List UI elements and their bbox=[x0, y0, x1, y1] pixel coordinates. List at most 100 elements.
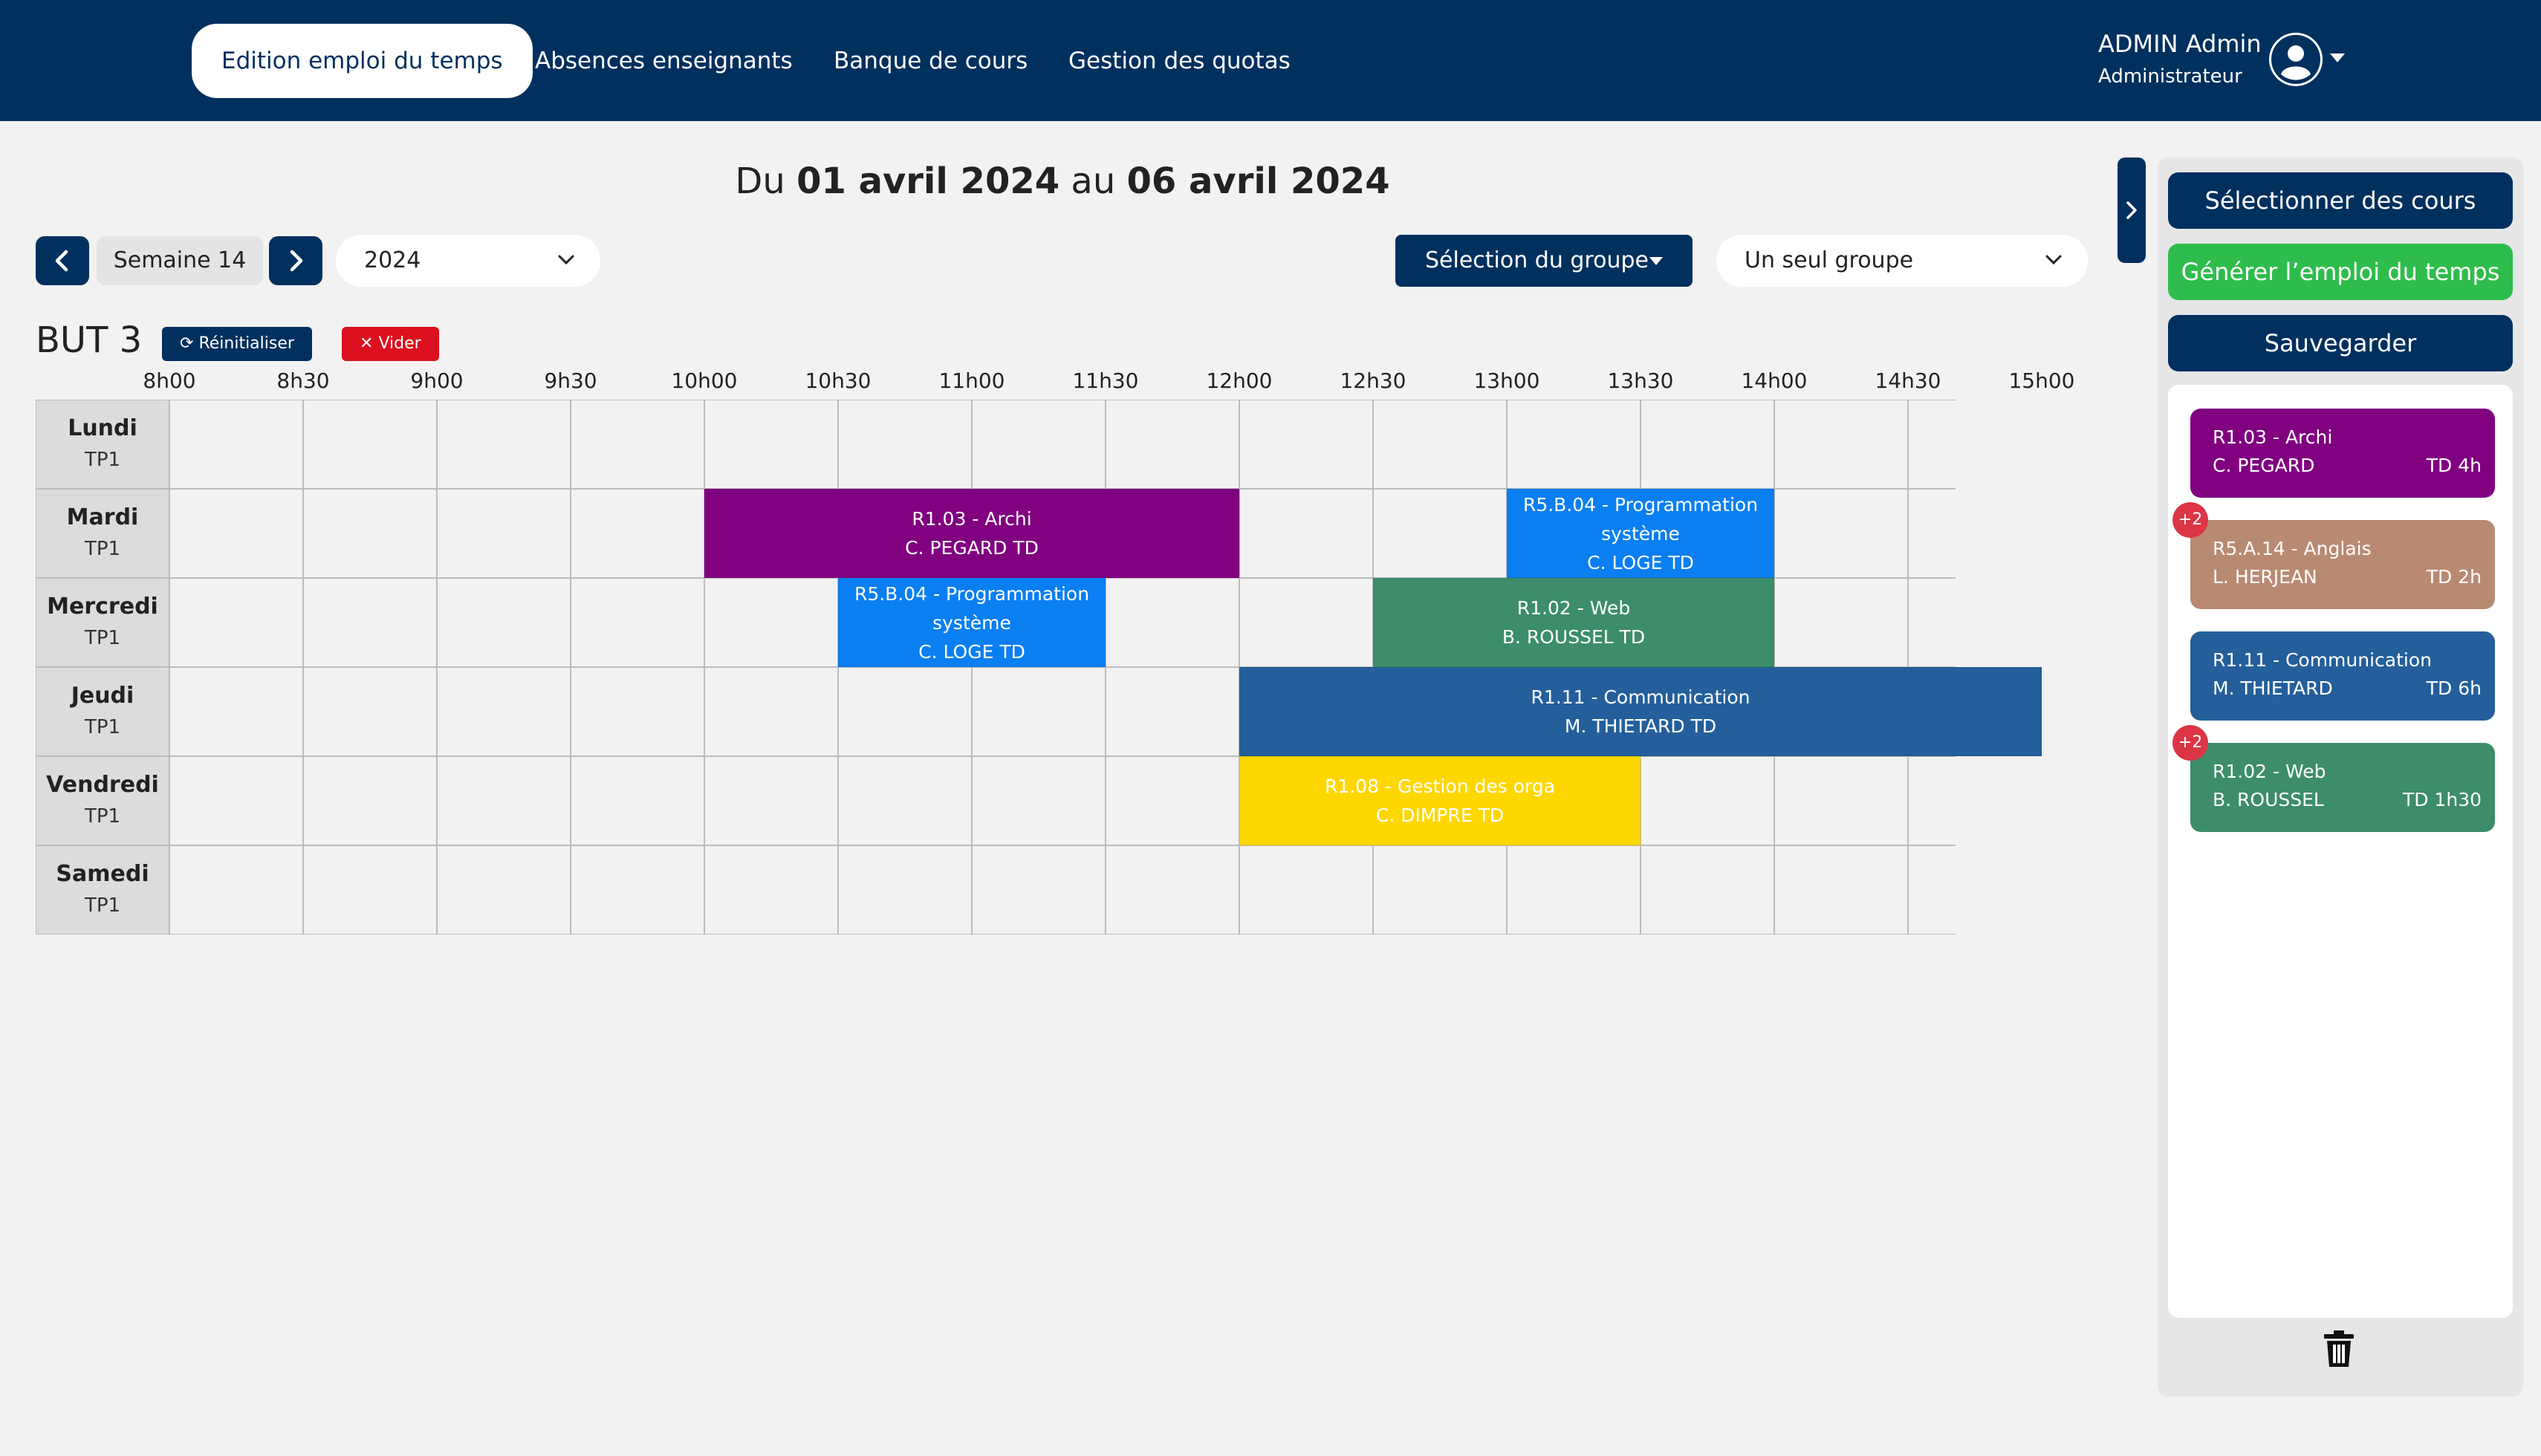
timetable-slot[interactable] bbox=[972, 667, 1106, 756]
reset-button[interactable]: ⟳ Réinitialiser bbox=[162, 327, 312, 361]
timetable-slot[interactable] bbox=[1908, 578, 1956, 667]
timetable-slot[interactable] bbox=[571, 756, 704, 845]
timetable-slot[interactable] bbox=[1908, 400, 1956, 489]
previous-week-button[interactable] bbox=[36, 236, 89, 285]
timetable-slot[interactable] bbox=[1507, 400, 1641, 489]
timetable-slot[interactable] bbox=[1774, 489, 1908, 578]
timetable-slot[interactable] bbox=[437, 756, 571, 845]
year-select[interactable]: 2024 bbox=[336, 235, 600, 287]
timetable-slot[interactable] bbox=[437, 578, 571, 667]
timetable-slot[interactable] bbox=[169, 578, 303, 667]
timetable-slot[interactable] bbox=[1774, 578, 1908, 667]
timetable-slot[interactable] bbox=[838, 667, 972, 756]
timetable-slot[interactable] bbox=[1908, 489, 1956, 578]
timetable-slot[interactable] bbox=[704, 845, 838, 935]
timetable-slot[interactable] bbox=[1239, 578, 1373, 667]
timetable-slot[interactable] bbox=[169, 489, 303, 578]
timetable-slot[interactable] bbox=[1239, 845, 1373, 935]
timetable-slot[interactable] bbox=[1106, 845, 1239, 935]
select-courses-button[interactable]: Sélectionner des cours bbox=[2168, 172, 2513, 229]
nav-gestion-des-quotas[interactable]: Gestion des quotas bbox=[1039, 24, 1320, 98]
timetable-slot[interactable] bbox=[1373, 489, 1507, 578]
course-event[interactable]: R1.02 - Web B. ROUSSEL TD bbox=[1373, 578, 1774, 667]
timetable-slot[interactable] bbox=[571, 845, 704, 935]
nav-absences-enseignants[interactable]: Absences enseignants bbox=[505, 24, 822, 98]
timetable-slot[interactable] bbox=[571, 489, 704, 578]
timetable-slot[interactable] bbox=[303, 845, 437, 935]
user-circle-icon[interactable] bbox=[2269, 33, 2323, 86]
timetable-slot[interactable] bbox=[704, 400, 838, 489]
week-title: Du 01 avril 2024 au 06 avril 2024 bbox=[735, 160, 1390, 202]
timetable-slot[interactable] bbox=[437, 400, 571, 489]
timetable-slot[interactable] bbox=[169, 400, 303, 489]
timetable-slot[interactable] bbox=[1641, 756, 1774, 845]
timetable-slot[interactable] bbox=[303, 400, 437, 489]
timetable-slot[interactable] bbox=[1106, 756, 1239, 845]
course-event[interactable]: R1.11 - Communication M. THIETARD TD bbox=[1239, 667, 2042, 756]
course-card-title: R1.03 - Archi bbox=[2213, 426, 2333, 448]
course-card[interactable]: R1.02 - Web B. ROUSSEL TD 1h30 bbox=[2190, 743, 2495, 832]
course-event[interactable]: R1.08 - Gestion des orga C. DIMPRE TD bbox=[1239, 756, 1641, 845]
timetable-slot[interactable] bbox=[1507, 845, 1641, 935]
timetable-slot[interactable] bbox=[704, 667, 838, 756]
timetable-slot[interactable] bbox=[972, 845, 1106, 935]
timetable-slot[interactable] bbox=[838, 756, 972, 845]
course-event[interactable]: R1.03 - Archi C. PEGARD TD bbox=[704, 489, 1239, 578]
event-text: R1.08 - Gestion des orga bbox=[1324, 776, 1556, 797]
timetable-slot[interactable] bbox=[303, 756, 437, 845]
timetable-slot[interactable] bbox=[169, 667, 303, 756]
timetable-slot[interactable] bbox=[437, 845, 571, 935]
user-menu-caret-icon[interactable] bbox=[2330, 53, 2345, 62]
timetable-slot[interactable] bbox=[169, 845, 303, 935]
collapse-sidebar-button[interactable] bbox=[2118, 157, 2146, 263]
day-header: Lundi TP1 bbox=[36, 400, 169, 489]
timetable-slot[interactable] bbox=[704, 756, 838, 845]
nav-edition-emploi-du-temps[interactable]: Edition emploi du temps bbox=[192, 24, 533, 98]
timetable-slot[interactable] bbox=[1373, 845, 1507, 935]
timetable-slot[interactable] bbox=[972, 400, 1106, 489]
timetable-slot[interactable] bbox=[437, 667, 571, 756]
timetable-slot[interactable] bbox=[1641, 400, 1774, 489]
timetable-slot[interactable] bbox=[1373, 400, 1507, 489]
timetable-slot[interactable] bbox=[571, 667, 704, 756]
group-mode-select[interactable]: Un seul groupe bbox=[1716, 235, 2088, 287]
next-week-button[interactable] bbox=[269, 236, 322, 285]
course-card[interactable]: R5.A.14 - Anglais L. HERJEAN TD 2h bbox=[2190, 520, 2495, 609]
timetable-slot[interactable] bbox=[1908, 845, 1956, 935]
course-event[interactable]: R5.B.04 - Programmation système C. LOGE TD bbox=[838, 578, 1106, 667]
timetable-slot[interactable] bbox=[437, 489, 571, 578]
timetable-slot[interactable] bbox=[838, 400, 972, 489]
timetable-slot[interactable] bbox=[1641, 845, 1774, 935]
timetable-slot[interactable] bbox=[1106, 400, 1239, 489]
timetable-slot[interactable] bbox=[1239, 400, 1373, 489]
timetable-slot[interactable] bbox=[303, 578, 437, 667]
save-button[interactable]: Sauvegarder bbox=[2168, 315, 2513, 371]
timetable-slot[interactable] bbox=[1106, 578, 1239, 667]
timetable-slot[interactable] bbox=[1774, 756, 1908, 845]
timetable-slot[interactable] bbox=[972, 756, 1106, 845]
group-mode-value: Un seul groupe bbox=[1745, 247, 1914, 273]
timetable-slot[interactable] bbox=[1774, 845, 1908, 935]
trash-icon[interactable] bbox=[2323, 1330, 2355, 1368]
timetable-slot[interactable] bbox=[571, 578, 704, 667]
course-event[interactable]: R5.B.04 - Programmation système C. LOGE TD bbox=[1507, 489, 1774, 578]
timetable-slot[interactable] bbox=[169, 756, 303, 845]
timetable-slot[interactable] bbox=[1106, 667, 1239, 756]
timetable-slot[interactable] bbox=[571, 400, 704, 489]
clear-button[interactable]: ✕ Vider bbox=[342, 327, 439, 361]
course-card[interactable]: R1.11 - Communication M. THIETARD TD 6h bbox=[2190, 631, 2495, 721]
timetable-slot[interactable] bbox=[1908, 756, 1956, 845]
timetable-slot[interactable] bbox=[1239, 489, 1373, 578]
timetable-slot[interactable] bbox=[1774, 400, 1908, 489]
event-text: C. LOGE TD bbox=[918, 640, 1025, 663]
timetable-slot[interactable] bbox=[303, 489, 437, 578]
timetable-slot[interactable] bbox=[704, 578, 838, 667]
generate-timetable-button[interactable]: Générer l’emploi du temps bbox=[2168, 244, 2513, 300]
nav-banque-de-cours[interactable]: Banque de cours bbox=[804, 24, 1057, 98]
group-selection-dropdown[interactable]: Sélection du groupe bbox=[1395, 235, 1693, 287]
timetable-slot[interactable] bbox=[838, 845, 972, 935]
year-select-value: 2024 bbox=[364, 247, 421, 273]
close-icon: ✕ bbox=[360, 334, 374, 353]
course-card[interactable]: R1.03 - Archi C. PEGARD TD 4h bbox=[2190, 409, 2495, 498]
timetable-slot[interactable] bbox=[303, 667, 437, 756]
